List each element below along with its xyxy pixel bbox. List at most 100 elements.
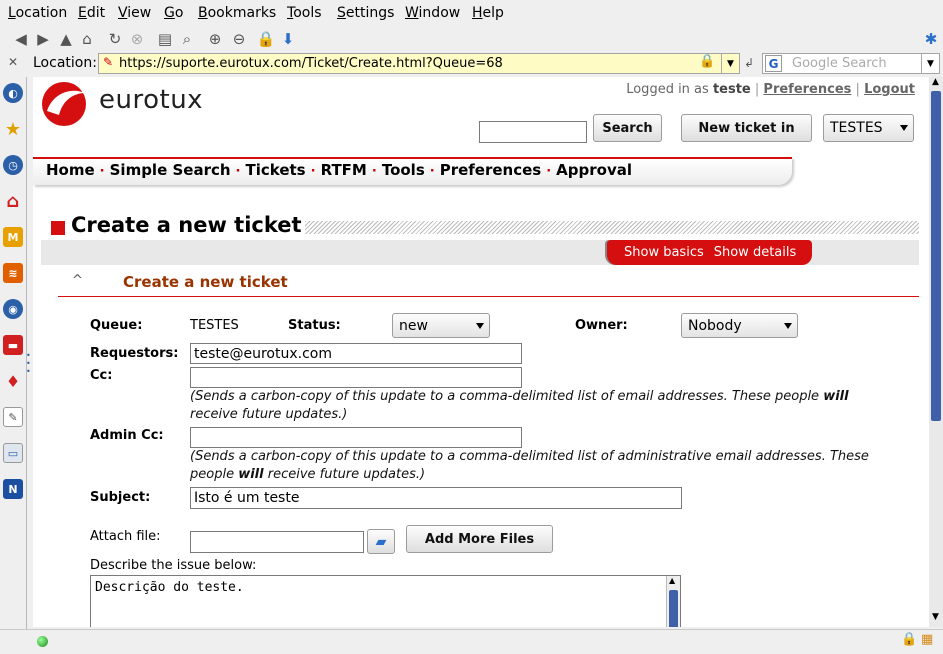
history-icon[interactable]: ◷ — [3, 155, 23, 175]
home-icon[interactable]: ⌂ — [78, 30, 96, 48]
user-info: Logged in as teste | Preferences | Logou… — [626, 82, 915, 97]
status-select[interactable]: new — [392, 313, 490, 338]
menu-help[interactable]: Help — [472, 5, 504, 21]
home-folder-icon[interactable]: ⌂ — [3, 191, 23, 212]
collapse-icon[interactable]: ^ — [72, 273, 83, 288]
show-basics-tab[interactable]: Show basics — [624, 245, 704, 260]
menu-location[interactable]: Location — [8, 5, 67, 21]
page-title: Create a new ticket — [71, 213, 302, 237]
new-ticket-button[interactable]: New ticket in — [681, 114, 812, 142]
nav-preferences[interactable]: Preferences — [440, 161, 542, 179]
zoom-in-icon[interactable]: ⊕ — [206, 30, 224, 48]
url-dropdown-icon[interactable]: ▼ — [721, 54, 739, 73]
menu-go[interactable]: Go — [164, 5, 183, 21]
reload-icon[interactable]: ↻ — [106, 30, 124, 48]
folder-icon[interactable]: ▬ — [3, 335, 23, 355]
web-browser-icon[interactable]: ◉ — [3, 299, 23, 319]
go-icon[interactable]: ↲ — [744, 56, 754, 70]
eurotux-logo-icon — [42, 82, 86, 126]
favorites-star-icon[interactable]: ★ — [3, 119, 23, 140]
menu-bar: Location Edit View Go Bookmarks Tools Se… — [0, 0, 943, 26]
sidebar-resize-handle[interactable]: • • • — [26, 352, 31, 376]
logout-link[interactable]: Logout — [864, 82, 915, 97]
status-security-icon[interactable]: ▦ — [921, 632, 933, 647]
preferences-link[interactable]: Preferences — [763, 82, 851, 97]
secure-lock-icon: 🔒 — [699, 54, 716, 69]
title-marker-icon — [51, 221, 65, 235]
find-icon[interactable]: ⌕ — [178, 30, 196, 48]
nav-simple-search[interactable]: Simple Search — [110, 161, 231, 179]
quick-search-input[interactable] — [479, 121, 587, 143]
chevron-down-icon — [476, 322, 484, 329]
menu-edit[interactable]: Edit — [78, 5, 105, 21]
status-lock-icon[interactable]: 🔒 — [901, 632, 917, 647]
up-icon[interactable]: ▲ — [57, 30, 75, 48]
nav-approval[interactable]: Approval — [556, 161, 632, 179]
description-text: Descrição do teste. — [95, 580, 244, 595]
queue-value: TESTES — [190, 318, 239, 333]
menu-window[interactable]: Window — [405, 5, 460, 21]
textarea-scrollbar[interactable]: ▲ — [666, 576, 680, 627]
sidebar: ◐ ★ ◷ ⌂ M ≋ ◉ ▬ ♦ ✎ ▭ N — [0, 77, 27, 629]
section-title: Create a new ticket — [123, 273, 288, 291]
back-icon[interactable]: ◀ — [12, 30, 30, 48]
notes-icon[interactable]: ✎ — [3, 407, 23, 427]
location-label: Location: — [33, 55, 97, 71]
media-player-icon[interactable]: M — [3, 227, 23, 247]
page-scrollbar[interactable]: ▲ ▼ — [929, 77, 943, 627]
bookmark-pin-icon[interactable]: ♦ — [3, 371, 23, 391]
kde-logo-icon: ✱ — [924, 30, 938, 48]
browse-folder-icon[interactable]: ▰ — [367, 529, 395, 554]
url-field[interactable]: ✎ https://suporte.eurotux.com/Ticket/Cre… — [98, 53, 740, 74]
location-bar: ✕ Location: ✎ https://suporte.eurotux.co… — [0, 51, 943, 77]
search-button[interactable]: Search — [593, 114, 662, 142]
subject-label: Subject: — [90, 490, 151, 505]
menu-settings[interactable]: Settings — [337, 5, 394, 21]
clear-location-icon[interactable]: ✕ — [8, 55, 18, 69]
download-icon[interactable]: ⬇ — [279, 30, 297, 48]
search-dropdown-icon[interactable]: ▼ — [921, 54, 939, 73]
rss-feed-icon[interactable]: ≋ — [3, 263, 23, 283]
nav-home[interactable]: Home — [46, 161, 95, 179]
textarea-scroll-thumb[interactable] — [669, 590, 678, 627]
menu-bookmarks[interactable]: Bookmarks — [198, 5, 276, 21]
scroll-up-icon[interactable]: ▲ — [932, 77, 939, 87]
status-value: new — [399, 317, 428, 334]
scroll-down-icon[interactable]: ▼ — [932, 612, 939, 622]
title-hatch-decoration — [305, 221, 919, 234]
page-scroll-thumb[interactable] — [931, 91, 941, 421]
nav-tools[interactable]: Tools — [382, 161, 425, 179]
lock-icon: 🔒 — [256, 30, 276, 48]
nav-rtfm[interactable]: RTFM — [321, 161, 367, 179]
print-icon[interactable]: ▤ — [156, 30, 174, 48]
show-details-tab[interactable]: Show details — [714, 245, 797, 260]
username: teste — [712, 82, 751, 97]
admincc-input[interactable] — [190, 427, 522, 448]
subject-input[interactable]: Isto é um teste — [190, 487, 682, 509]
nav-tickets[interactable]: Tickets — [246, 161, 306, 179]
menu-view[interactable]: View — [118, 5, 151, 21]
attach-file-input[interactable] — [190, 531, 364, 553]
zoom-out-icon[interactable]: ⊖ — [230, 30, 248, 48]
add-more-files-button[interactable]: Add More Files — [406, 525, 553, 553]
screen-icon[interactable]: ▭ — [3, 443, 23, 463]
menu-tools[interactable]: Tools — [287, 5, 322, 21]
google-icon[interactable]: G — [765, 55, 782, 72]
new-ticket-queue-select[interactable]: TESTES — [823, 114, 914, 142]
scroll-up-icon[interactable]: ▲ — [669, 576, 675, 585]
cc-input[interactable] — [190, 367, 522, 388]
description-textarea[interactable]: Descrição do teste. ▲ — [90, 575, 681, 627]
bookmarks-icon[interactable]: ◐ — [3, 83, 23, 103]
news-icon[interactable]: N — [3, 479, 23, 499]
requestors-input[interactable]: teste@eurotux.com — [190, 343, 522, 364]
toolbar: ◀ ▶ ▲ ⌂ ↻ ⊗ ▤ ⌕ ⊕ ⊖ 🔒 ⬇ ✱ — [0, 27, 943, 51]
forward-icon[interactable]: ▶ — [34, 30, 52, 48]
status-bar: 🔒 ▦ — [0, 629, 943, 654]
google-search-input[interactable]: G Google Search ▼ — [762, 53, 940, 74]
queue-select-value: TESTES — [830, 120, 883, 136]
admincc-hint: (Sends a carbon-copy of this update to a… — [190, 449, 869, 482]
view-tabs: Show basics Show details — [607, 240, 812, 265]
stop-icon[interactable]: ⊗ — [128, 30, 146, 48]
url-text: https://suporte.eurotux.com/Ticket/Creat… — [119, 56, 503, 71]
owner-select[interactable]: Nobody — [681, 313, 798, 338]
